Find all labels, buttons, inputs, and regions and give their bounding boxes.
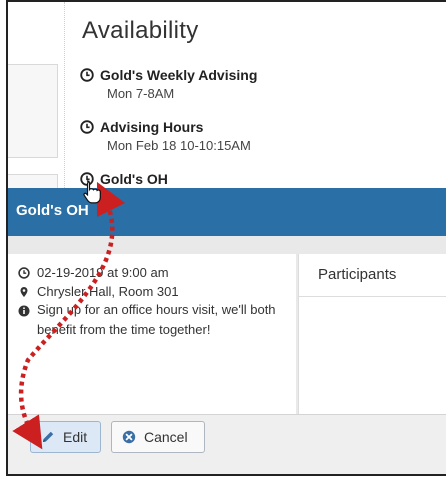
event-time: Mon 7-8AM [107,86,175,101]
clock-icon [80,68,94,82]
event-item[interactable]: Gold's Weekly Advising Mon 7-8AM [80,67,257,101]
event-location-row: Chrysler Hall, Room 301 [18,284,296,299]
event-item[interactable]: Gold's OH [80,171,168,187]
event-description-row: Sign up for an office hours visit, we'll… [18,302,296,340]
modal-title: Gold's OH [16,202,89,219]
participants-header: Participants [299,254,446,297]
clock-icon [80,172,94,186]
left-panel-card [8,64,58,158]
event-details: 02-19-2019 at 9:00 am Chrysler Hall, Roo… [8,254,296,414]
event-time: Mon Feb 18 10-10:15AM [107,138,251,153]
edit-button[interactable]: Edit [30,421,101,453]
modal-footer: Edit Cancel [8,414,446,474]
event-name: Gold's OH [100,171,168,187]
clock-icon [80,120,94,134]
event-datetime: 02-19-2019 at 9:00 am [37,265,169,280]
cancel-button[interactable]: Cancel [111,421,205,453]
cancel-label: Cancel [144,429,188,445]
event-name: Gold's Weekly Advising [100,67,258,83]
event-datetime-row: 02-19-2019 at 9:00 am [18,265,296,280]
event-location: Chrysler Hall, Room 301 [37,284,179,299]
map-pin-icon [20,287,28,297]
event-description: Sign up for an office hours visit, we'll… [37,302,276,337]
modal-header: Gold's OH [8,188,446,236]
clock-icon [18,267,30,279]
divider [64,2,65,192]
cancel-x-icon [122,430,136,444]
event-item[interactable]: Advising Hours Mon Feb 18 10-10:15AM [80,119,251,153]
info-icon [18,305,30,317]
pencil-icon [43,431,54,442]
screenshot-frame: Availability Gold's Weekly Advising Mon … [6,0,446,476]
availability-title: Availability [82,17,199,44]
modal-body: 02-19-2019 at 9:00 am Chrysler Hall, Roo… [8,236,446,414]
event-name: Advising Hours [100,119,204,135]
edit-label: Edit [63,429,88,445]
participants-panel: Participants [298,254,446,414]
